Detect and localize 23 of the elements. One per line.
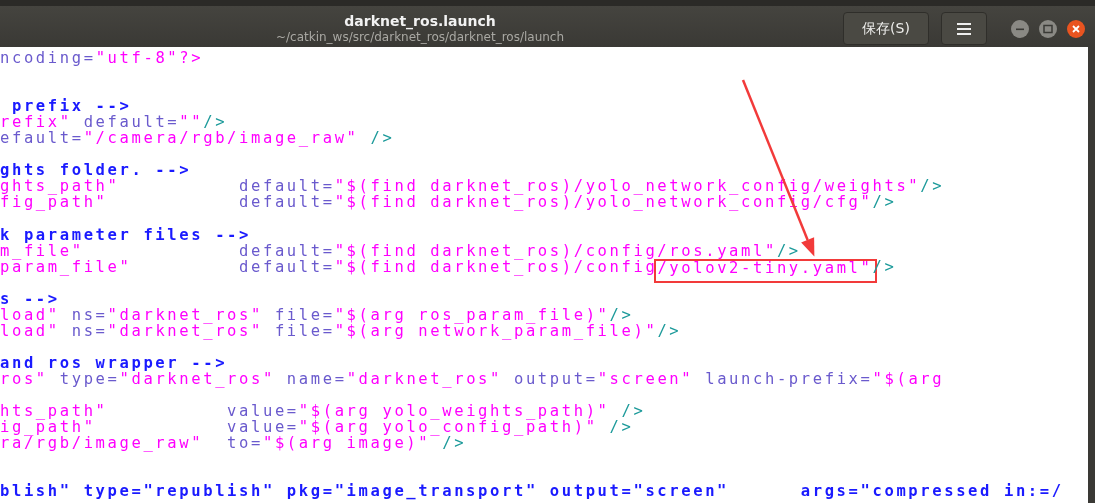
save-button[interactable]: 保存(S) (843, 12, 929, 45)
code-line: ncoding="utf-8"?> (0, 50, 205, 67)
close-button[interactable] (1067, 19, 1085, 38)
code-line: load" ns="darknet_ros" file="$(arg ros_param_file)"/> (0, 306, 634, 323)
code-line: hts_path" value="$(arg yolo_weights_path)" /> (0, 403, 647, 420)
code-line: ghts folder. --> (0, 162, 193, 179)
file-path: ~/catkin_ws/src/darknet_ros/darknet_ros/launch (275, 29, 565, 45)
code-line: blish" type="republish" pkg="image_transport" output="screen" args="compressed in:=/ (0, 483, 1065, 500)
code-line: k parameter files --> (0, 226, 252, 243)
code-line: ros" type="darknet_ros" name="darknet_ros" output="screen" launch-prefix="$(arg (0, 370, 946, 387)
maximize-button[interactable] (1039, 19, 1057, 38)
code-line: m_file" default="$(find darknet_ros)/config/ros.yaml"/> (0, 242, 802, 259)
code-line: s --> (0, 290, 61, 307)
code-line: ra/rgb/image_raw" to="$(arg image)" /> (0, 435, 467, 452)
window-title: darknet_ros.launch (344, 12, 496, 30)
code-line: ig_path" value="$(arg yolo_config_path)" /> (0, 419, 635, 436)
menu-icon (957, 22, 971, 35)
code-line: refix" default=""/> (0, 114, 228, 131)
code-line: efault="/camera/rgb/image_raw" /> (0, 130, 396, 147)
code-line: prefix --> (11, 98, 132, 115)
minimize-button[interactable] (1011, 19, 1029, 38)
menu-button[interactable] (941, 12, 987, 45)
code-line: and ros wrapper --> (0, 354, 228, 371)
